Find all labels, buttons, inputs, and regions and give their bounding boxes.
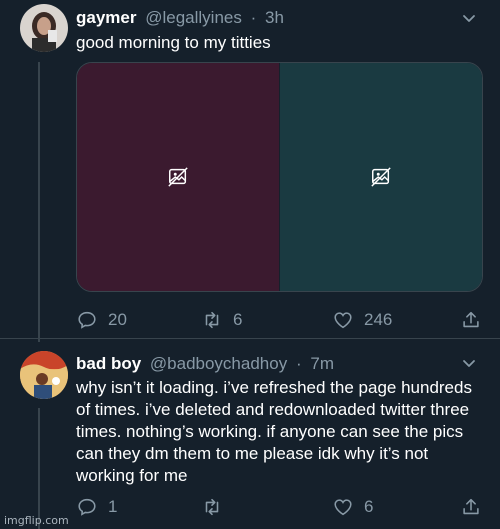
avatar[interactable]: [20, 351, 68, 399]
retweet-icon: [205, 498, 219, 516]
share-icon: [463, 311, 479, 328]
timestamp[interactable]: 7m: [310, 354, 334, 373]
like-count: 246: [364, 310, 393, 329]
reply-button[interactable]: 1: [76, 496, 117, 518]
like-button[interactable]: 246: [332, 309, 392, 331]
timestamp[interactable]: 3h: [265, 8, 284, 27]
reply-button[interactable]: 20: [76, 309, 127, 331]
reply-count: 1: [108, 497, 118, 516]
display-name[interactable]: bad boy: [76, 354, 141, 373]
avatar[interactable]: [20, 4, 68, 52]
reply-icon: [78, 498, 96, 516]
retweet-icon: [205, 311, 219, 329]
tweet-text: why isn’t it loading. i’ve refreshed the…: [76, 378, 472, 485]
reply-icon: [78, 311, 96, 329]
reply-count: 20: [108, 310, 127, 329]
action-bar: 1 6: [76, 496, 486, 518]
heart-icon: [334, 312, 352, 329]
watermark: imgflip.com: [4, 514, 69, 527]
heart-icon: [334, 499, 352, 516]
avatar-photo-icon: [20, 4, 68, 52]
media-image-left[interactable]: [77, 63, 280, 291]
retweet-button[interactable]: 6: [201, 309, 242, 331]
share-button[interactable]: [460, 309, 482, 331]
share-icon: [463, 498, 479, 515]
like-button[interactable]: 6: [332, 496, 373, 518]
handle[interactable]: @badboychadhoy: [150, 354, 287, 373]
image-unavailable-icon: [371, 167, 391, 187]
chevron-down-icon[interactable]: [460, 9, 478, 27]
action-bar: 20 6 246: [76, 309, 486, 331]
separator-dot: ·: [295, 354, 302, 373]
share-button[interactable]: [460, 496, 482, 518]
tweet-header: gaymer @legallyines · 3h: [76, 8, 284, 28]
handle[interactable]: @legallyines: [145, 8, 242, 27]
display-name[interactable]: gaymer: [76, 8, 136, 27]
media-grid[interactable]: [76, 62, 483, 292]
chevron-down-icon[interactable]: [460, 354, 478, 372]
retweet-count: 6: [233, 310, 243, 329]
tweet-header: bad boy @badboychadhoy · 7m: [76, 354, 334, 374]
tweet[interactable]: gaymer @legallyines · 3h good morning to…: [0, 0, 500, 338]
retweet-button[interactable]: [201, 496, 233, 518]
avatar-photo-icon: [20, 351, 68, 399]
separator-dot: ·: [250, 8, 257, 27]
like-count: 6: [364, 497, 374, 516]
image-unavailable-icon: [168, 167, 188, 187]
tweet[interactable]: bad boy @badboychadhoy · 7m why isn’t it…: [0, 339, 500, 529]
tweet-text: good morning to my titties: [76, 33, 271, 52]
media-image-right[interactable]: [280, 63, 482, 291]
